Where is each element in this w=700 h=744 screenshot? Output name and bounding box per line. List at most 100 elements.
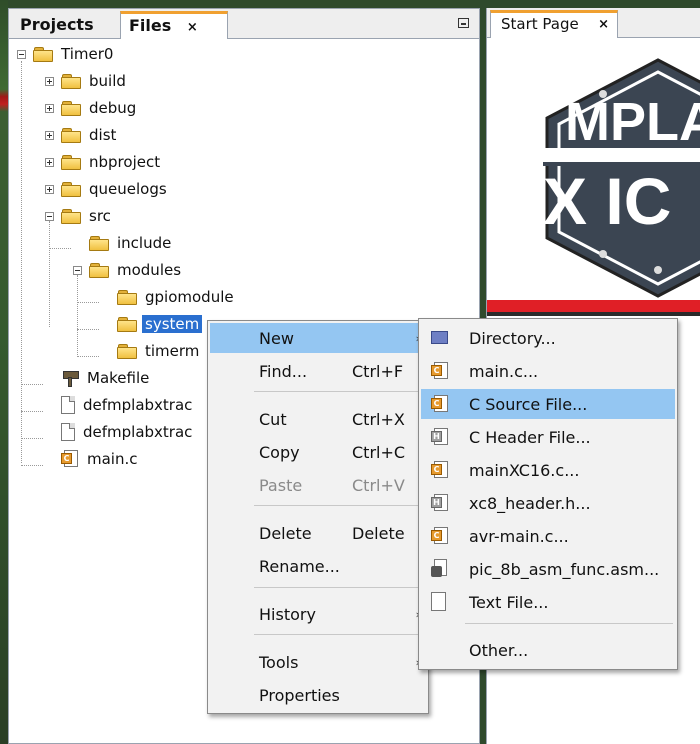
menu-item-paste: Paste Ctrl+V (210, 470, 426, 500)
menu-item-properties[interactable]: Properties (210, 680, 426, 710)
tree-item-src[interactable]: src (61, 203, 111, 229)
tree-guide-line (21, 61, 22, 463)
folder-icon (89, 235, 109, 251)
tree-item-label: main.c (87, 450, 138, 468)
close-icon[interactable]: × (187, 20, 198, 35)
directory-icon (431, 329, 448, 344)
editor-tab-bar: Start Page × (487, 8, 700, 38)
tree-guide-line (77, 329, 99, 330)
tree-item-debug[interactable]: debug (61, 95, 136, 121)
close-icon[interactable]: × (598, 17, 609, 32)
collapse-toggle[interactable] (17, 50, 26, 59)
menu-item-label: Properties (259, 685, 340, 705)
tree-item-label: build (89, 72, 126, 90)
tree-guide-line (21, 438, 43, 439)
tree-item-build[interactable]: build (61, 68, 126, 94)
tab-files[interactable]: Files × (120, 11, 228, 39)
tree-guide-line (21, 384, 43, 385)
makefile-icon (61, 369, 79, 387)
c-file-icon: C (61, 450, 79, 468)
tree-item-label: gpiomodule (145, 288, 234, 306)
tree-item-gpiomodule[interactable]: gpiomodule (117, 284, 234, 310)
menu-item-label: Delete (259, 523, 312, 543)
tree-item-label: dist (89, 126, 117, 144)
tree-item-dist[interactable]: dist (61, 122, 116, 148)
tree-item-defmplabxtrace-log[interactable]: defmplabxtrac (61, 392, 192, 418)
menu-item-label: C Source File... (469, 394, 588, 414)
menu-item-shortcut: Delete (352, 523, 405, 543)
menu-item-shortcut: Ctrl+X (352, 409, 405, 429)
submenu-item-avr-main[interactable]: C avr-main.c... (421, 521, 675, 551)
tree-item-nbproject[interactable]: nbproject (61, 149, 160, 175)
asm-file-icon (431, 559, 448, 578)
c-file-icon: C (431, 395, 449, 413)
minimize-panel-button[interactable] (458, 18, 469, 28)
file-icon (61, 423, 75, 441)
tab-files-label: Files (129, 16, 172, 35)
menu-item-label: Copy (259, 442, 300, 462)
menu-item-new[interactable]: New › (210, 323, 426, 353)
tab-start-page[interactable]: Start Page × (490, 10, 618, 38)
tree-item-include[interactable]: include (89, 230, 171, 256)
menu-item-label: Text File... (469, 592, 549, 612)
expand-toggle[interactable] (45, 185, 54, 194)
h-file-icon: H (431, 428, 449, 446)
folder-open-icon (33, 46, 53, 62)
expand-toggle[interactable] (45, 158, 54, 167)
menu-item-label: mainXC16.c... (469, 460, 580, 480)
menu-item-history[interactable]: History › (210, 599, 426, 629)
tree-guide-line (49, 221, 50, 327)
collapse-toggle[interactable] (45, 212, 54, 221)
tab-projects[interactable]: Projects (12, 11, 118, 39)
tree-item-label: src (89, 207, 111, 225)
menu-item-label: Tools (259, 652, 299, 672)
tree-item-makefile[interactable]: Makefile (61, 365, 149, 391)
menu-item-delete[interactable]: Delete Delete (210, 518, 426, 548)
expand-toggle[interactable] (45, 131, 54, 140)
tab-start-page-label: Start Page (501, 15, 579, 33)
submenu-item-xc8-header[interactable]: H xc8_header.h... (421, 488, 675, 518)
text-file-icon (431, 592, 446, 611)
tree-guide-line (77, 356, 99, 357)
new-submenu: Directory... C main.c... C C Source File… (418, 318, 678, 670)
submenu-item-c-source-file[interactable]: C C Source File... (421, 389, 675, 419)
menu-item-label: Find... (259, 361, 308, 381)
submenu-item-main-c[interactable]: C main.c... (421, 356, 675, 386)
tab-projects-label: Projects (20, 15, 94, 34)
tree-item-label-selected: system (142, 315, 203, 333)
tree-item-queuelogs[interactable]: queuelogs (61, 176, 167, 202)
submenu-item-text-file[interactable]: Text File... (421, 587, 675, 617)
logo-text-line1: MPLA (565, 92, 700, 152)
desktop-background (0, 0, 8, 744)
submenu-item-directory[interactable]: Directory... (421, 323, 675, 353)
tree-item-main-c[interactable]: C main.c (61, 446, 138, 472)
submenu-item-other[interactable]: Other... (421, 635, 675, 665)
menu-item-cut[interactable]: Cut Ctrl+X (210, 404, 426, 434)
menu-item-copy[interactable]: Copy Ctrl+C (210, 437, 426, 467)
submenu-item-asm-func[interactable]: pic_8b_asm_func.asm... (421, 554, 675, 584)
menu-item-find[interactable]: Find... Ctrl+F (210, 356, 426, 386)
menu-item-rename[interactable]: Rename... (210, 551, 426, 581)
menu-item-label: pic_8b_asm_func.asm... (469, 559, 660, 579)
submenu-item-c-header-file[interactable]: H C Header File... (421, 422, 675, 452)
tree-item-label: defmplabxtrac (83, 396, 193, 414)
menu-item-label: New (259, 328, 294, 348)
menu-item-label: xc8_header.h... (469, 493, 591, 513)
collapse-toggle[interactable] (73, 266, 82, 275)
tree-guide-line (49, 248, 71, 249)
tree-item-systemmodule[interactable]: system (117, 311, 203, 337)
menu-item-tools[interactable]: Tools › (210, 647, 426, 677)
menu-item-shortcut: Ctrl+F (352, 361, 404, 381)
tree-item-defmplabxtrace-inx[interactable]: defmplabxtrac (61, 419, 192, 445)
tree-item-modules[interactable]: modules (89, 257, 181, 283)
menu-separator (254, 505, 424, 506)
submenu-item-mainxc16[interactable]: C mainXC16.c... (421, 455, 675, 485)
tree-item-timer0[interactable]: Timer0 (33, 41, 113, 67)
expand-toggle[interactable] (45, 104, 54, 113)
menu-item-label: History (259, 604, 316, 624)
tree-item-label: defmplabxtrac (83, 423, 193, 441)
expand-toggle[interactable] (45, 77, 54, 86)
folder-icon (61, 73, 81, 89)
tree-item-timermodule[interactable]: timerm (117, 338, 199, 364)
folder-open-icon (61, 208, 81, 224)
